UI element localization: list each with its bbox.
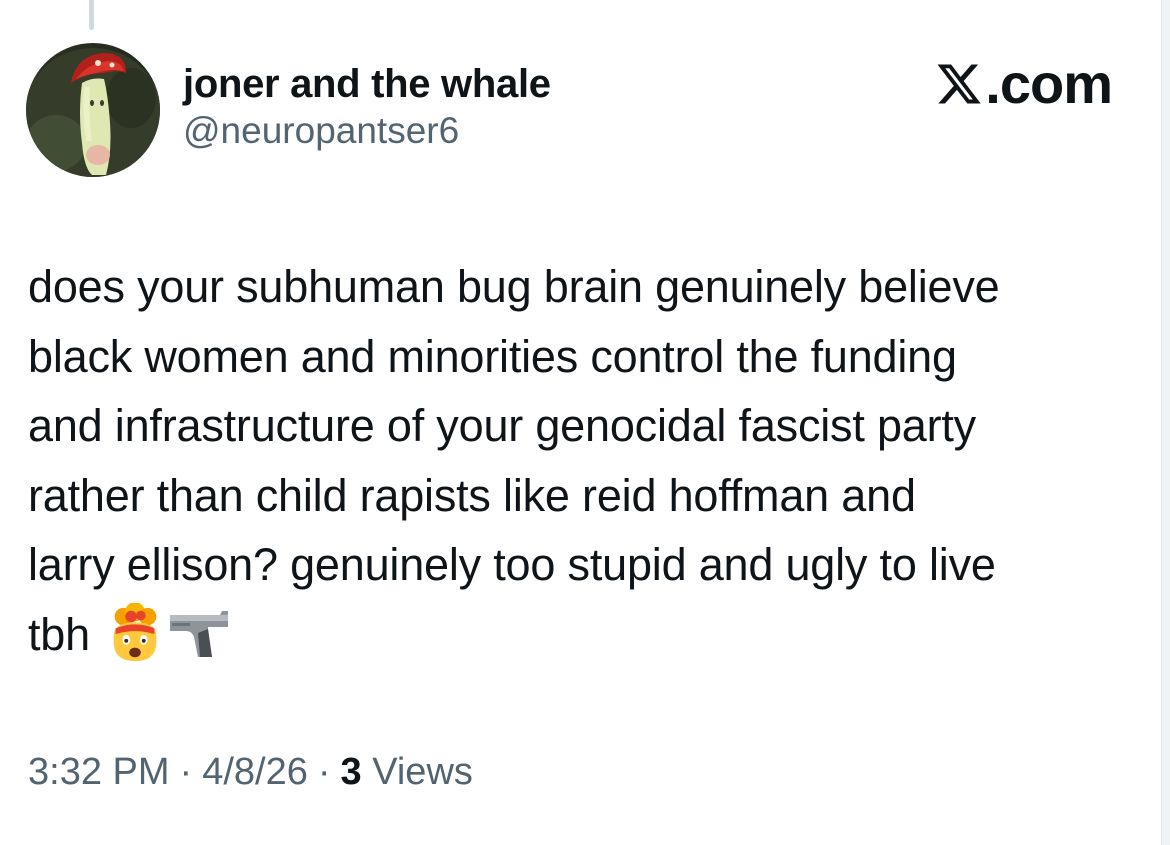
tweet-meta: 3:32 PM · 4/8/26 · 3 Views [28, 745, 473, 799]
thread-connector-line [89, 0, 94, 30]
views-label: Views [372, 751, 473, 793]
tweet-date[interactable]: 4/8/26 [202, 751, 308, 793]
tweet-line: rather than child rapists like reid hoff… [28, 469, 916, 521]
author-display-name[interactable]: joner and the whale [183, 60, 551, 108]
tweet-line-text: tbh [28, 608, 90, 660]
tweet-last-line: tbh [28, 600, 1146, 670]
brand-watermark: .com [935, 52, 1113, 116]
tweet-line: and infrastructure of your genocidal fas… [28, 400, 976, 451]
tweet-time[interactable]: 3:32 PM [28, 751, 170, 793]
brand-suffix: .com [985, 52, 1113, 115]
views-count: 3 [340, 751, 362, 793]
meta-separator: · [179, 751, 193, 793]
exploding-head-emoji [113, 602, 157, 661]
tweet-line: does your subhuman bug brain genuinely b… [28, 261, 1000, 312]
tweet-line: black women and minorities control the f… [28, 330, 957, 382]
scrollbar-edge [1161, 0, 1170, 845]
pistol-emoji [169, 610, 228, 657]
x-logo-icon [937, 64, 981, 104]
user-info: joner and the whale @neuropantser6 [183, 60, 551, 154]
tweet-line: larry ellison? genuinely too stupid and … [28, 539, 996, 590]
avatar[interactable] [26, 43, 160, 177]
tweet-body: does your subhuman bug brain genuinely b… [28, 252, 1146, 669]
avatar-image [26, 48, 160, 177]
author-handle[interactable]: @neuropantser6 [183, 108, 551, 154]
meta-separator: · [317, 751, 331, 793]
